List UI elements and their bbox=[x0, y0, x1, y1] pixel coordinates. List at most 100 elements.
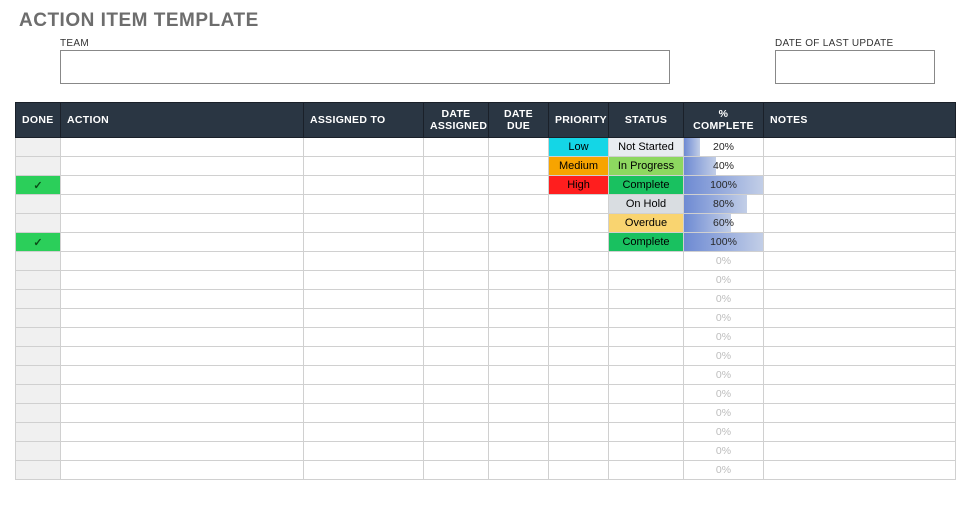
action-cell[interactable] bbox=[61, 461, 304, 480]
done-cell[interactable] bbox=[16, 423, 61, 442]
date-assigned-cell[interactable] bbox=[424, 138, 489, 157]
date-assigned-cell[interactable] bbox=[424, 385, 489, 404]
date-due-cell[interactable] bbox=[489, 195, 549, 214]
action-cell[interactable] bbox=[61, 233, 304, 252]
last-update-input[interactable] bbox=[775, 50, 935, 84]
action-cell[interactable] bbox=[61, 214, 304, 233]
pct-complete-cell[interactable]: 0% bbox=[684, 461, 764, 480]
priority-cell[interactable] bbox=[549, 347, 609, 366]
priority-cell[interactable] bbox=[549, 290, 609, 309]
pct-complete-cell[interactable]: 0% bbox=[684, 423, 764, 442]
assigned-to-cell[interactable] bbox=[304, 252, 424, 271]
status-cell[interactable] bbox=[609, 423, 684, 442]
team-input[interactable] bbox=[60, 50, 670, 84]
notes-cell[interactable] bbox=[764, 252, 956, 271]
action-cell[interactable] bbox=[61, 366, 304, 385]
date-due-cell[interactable] bbox=[489, 328, 549, 347]
assigned-to-cell[interactable] bbox=[304, 176, 424, 195]
date-due-cell[interactable] bbox=[489, 176, 549, 195]
date-assigned-cell[interactable] bbox=[424, 233, 489, 252]
date-due-cell[interactable] bbox=[489, 442, 549, 461]
action-cell[interactable] bbox=[61, 309, 304, 328]
assigned-to-cell[interactable] bbox=[304, 195, 424, 214]
done-cell[interactable]: ✓ bbox=[16, 233, 61, 252]
pct-complete-cell[interactable]: 0% bbox=[684, 290, 764, 309]
date-due-cell[interactable] bbox=[489, 233, 549, 252]
status-cell[interactable] bbox=[609, 252, 684, 271]
pct-complete-cell[interactable]: 0% bbox=[684, 385, 764, 404]
status-cell[interactable] bbox=[609, 461, 684, 480]
action-cell[interactable] bbox=[61, 252, 304, 271]
priority-cell[interactable] bbox=[549, 328, 609, 347]
status-cell[interactable]: Overdue bbox=[609, 214, 684, 233]
pct-complete-cell[interactable]: 0% bbox=[684, 328, 764, 347]
action-cell[interactable] bbox=[61, 404, 304, 423]
done-cell[interactable] bbox=[16, 214, 61, 233]
assigned-to-cell[interactable] bbox=[304, 461, 424, 480]
done-cell[interactable] bbox=[16, 366, 61, 385]
notes-cell[interactable] bbox=[764, 157, 956, 176]
done-cell[interactable] bbox=[16, 290, 61, 309]
notes-cell[interactable] bbox=[764, 195, 956, 214]
date-due-cell[interactable] bbox=[489, 366, 549, 385]
done-cell[interactable] bbox=[16, 347, 61, 366]
done-cell[interactable] bbox=[16, 252, 61, 271]
assigned-to-cell[interactable] bbox=[304, 347, 424, 366]
notes-cell[interactable] bbox=[764, 404, 956, 423]
date-assigned-cell[interactable] bbox=[424, 366, 489, 385]
priority-cell[interactable] bbox=[549, 309, 609, 328]
action-cell[interactable] bbox=[61, 290, 304, 309]
priority-cell[interactable] bbox=[549, 271, 609, 290]
priority-cell[interactable] bbox=[549, 461, 609, 480]
done-cell[interactable] bbox=[16, 404, 61, 423]
date-due-cell[interactable] bbox=[489, 385, 549, 404]
date-due-cell[interactable] bbox=[489, 404, 549, 423]
date-due-cell[interactable] bbox=[489, 423, 549, 442]
notes-cell[interactable] bbox=[764, 461, 956, 480]
pct-complete-cell[interactable]: 0% bbox=[684, 404, 764, 423]
priority-cell[interactable] bbox=[549, 404, 609, 423]
date-assigned-cell[interactable] bbox=[424, 442, 489, 461]
date-assigned-cell[interactable] bbox=[424, 176, 489, 195]
done-cell[interactable] bbox=[16, 195, 61, 214]
priority-cell[interactable]: Medium bbox=[549, 157, 609, 176]
date-assigned-cell[interactable] bbox=[424, 328, 489, 347]
pct-complete-cell[interactable]: 0% bbox=[684, 252, 764, 271]
notes-cell[interactable] bbox=[764, 271, 956, 290]
assigned-to-cell[interactable] bbox=[304, 309, 424, 328]
action-cell[interactable] bbox=[61, 328, 304, 347]
assigned-to-cell[interactable] bbox=[304, 442, 424, 461]
date-due-cell[interactable] bbox=[489, 461, 549, 480]
assigned-to-cell[interactable] bbox=[304, 366, 424, 385]
priority-cell[interactable] bbox=[549, 366, 609, 385]
notes-cell[interactable] bbox=[764, 385, 956, 404]
pct-complete-cell[interactable]: 0% bbox=[684, 442, 764, 461]
done-cell[interactable] bbox=[16, 138, 61, 157]
date-assigned-cell[interactable] bbox=[424, 461, 489, 480]
status-cell[interactable]: On Hold bbox=[609, 195, 684, 214]
date-due-cell[interactable] bbox=[489, 290, 549, 309]
status-cell[interactable]: Not Started bbox=[609, 138, 684, 157]
status-cell[interactable]: In Progress bbox=[609, 157, 684, 176]
date-due-cell[interactable] bbox=[489, 347, 549, 366]
assigned-to-cell[interactable] bbox=[304, 290, 424, 309]
assigned-to-cell[interactable] bbox=[304, 404, 424, 423]
date-due-cell[interactable] bbox=[489, 214, 549, 233]
notes-cell[interactable] bbox=[764, 309, 956, 328]
notes-cell[interactable] bbox=[764, 442, 956, 461]
done-cell[interactable]: ✓ bbox=[16, 176, 61, 195]
date-assigned-cell[interactable] bbox=[424, 423, 489, 442]
notes-cell[interactable] bbox=[764, 366, 956, 385]
status-cell[interactable]: Complete bbox=[609, 233, 684, 252]
assigned-to-cell[interactable] bbox=[304, 214, 424, 233]
notes-cell[interactable] bbox=[764, 214, 956, 233]
done-cell[interactable] bbox=[16, 157, 61, 176]
pct-complete-cell[interactable]: 80% bbox=[684, 195, 764, 214]
priority-cell[interactable] bbox=[549, 423, 609, 442]
date-assigned-cell[interactable] bbox=[424, 195, 489, 214]
status-cell[interactable] bbox=[609, 442, 684, 461]
date-assigned-cell[interactable] bbox=[424, 157, 489, 176]
pct-complete-cell[interactable]: 20% bbox=[684, 138, 764, 157]
priority-cell[interactable] bbox=[549, 385, 609, 404]
action-cell[interactable] bbox=[61, 138, 304, 157]
